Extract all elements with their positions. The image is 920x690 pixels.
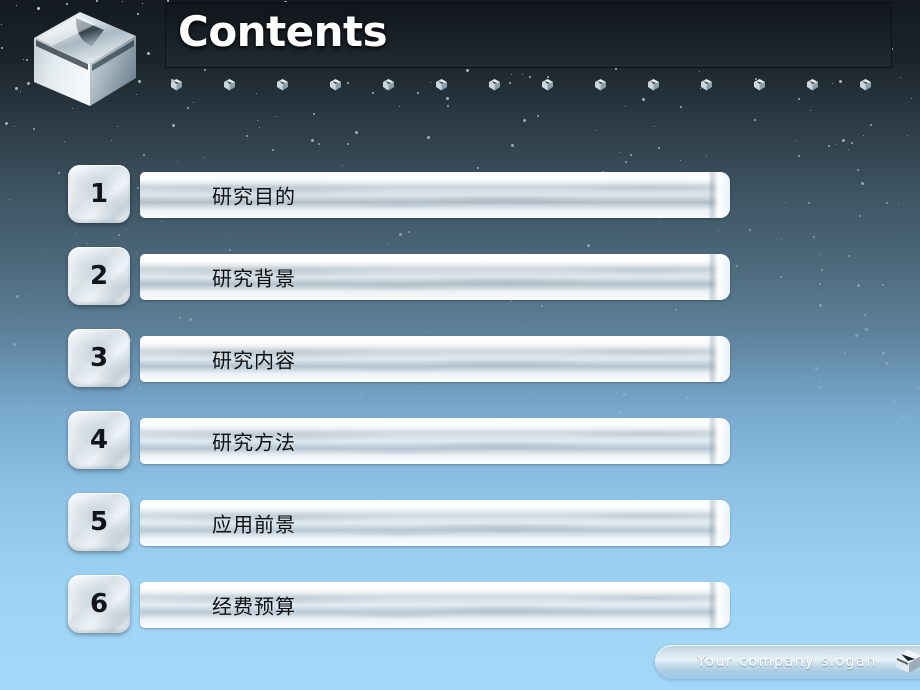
- contents-item-number-badge: 5: [68, 493, 130, 551]
- bar-end-cap: [708, 254, 730, 300]
- footer-slogan-text: Your company slogan: [697, 654, 877, 670]
- bar-end-cap: [708, 418, 730, 464]
- contents-item-label: 研究方法: [212, 430, 296, 455]
- company-slogan-bar: Your company slogan: [655, 645, 920, 679]
- bar-end-cap: [708, 500, 730, 546]
- contents-item-number-badge: 2: [68, 247, 130, 305]
- contents-item-number: 5: [89, 507, 109, 537]
- contents-item[interactable]: 3 研究内容: [68, 329, 738, 389]
- contents-item-label: 研究背景: [212, 266, 296, 291]
- contents-item[interactable]: 6 经费预算: [68, 575, 738, 635]
- contents-item-number-badge: 1: [68, 165, 130, 223]
- contents-item[interactable]: 2 研究背景: [68, 247, 738, 307]
- contents-item-number-badge: 3: [68, 329, 130, 387]
- presentation-slide: Contents 1 研究目的 2 研究背景 3 研究内容 4 研究方法 5 应用前景 6 经费预算 …: [0, 0, 920, 690]
- contents-list: 1 研究目的 2 研究背景 3 研究内容 4 研究方法 5 应用前景 6 经费预算: [0, 0, 920, 690]
- contents-item-label: 研究内容: [212, 348, 296, 373]
- bar-end-cap: [708, 582, 730, 628]
- contents-item-number: 6: [89, 589, 109, 619]
- bar-end-cap: [708, 336, 730, 382]
- contents-item-label: 应用前景: [212, 512, 296, 537]
- contents-item-number-badge: 4: [68, 411, 130, 469]
- contents-item-number-badge: 6: [68, 575, 130, 633]
- contents-item-label: 研究目的: [212, 184, 296, 209]
- contents-item-number: 2: [89, 261, 109, 291]
- contents-item[interactable]: 1 研究目的: [68, 165, 738, 225]
- contents-item[interactable]: 5 应用前景: [68, 493, 738, 553]
- contents-item-number: 3: [89, 343, 109, 373]
- cube-logo-icon: [893, 648, 920, 676]
- bar-end-cap: [708, 172, 730, 218]
- contents-item-number: 4: [89, 425, 109, 455]
- contents-item[interactable]: 4 研究方法: [68, 411, 738, 471]
- contents-item-number: 1: [89, 179, 109, 209]
- contents-item-label: 经费预算: [212, 594, 296, 619]
